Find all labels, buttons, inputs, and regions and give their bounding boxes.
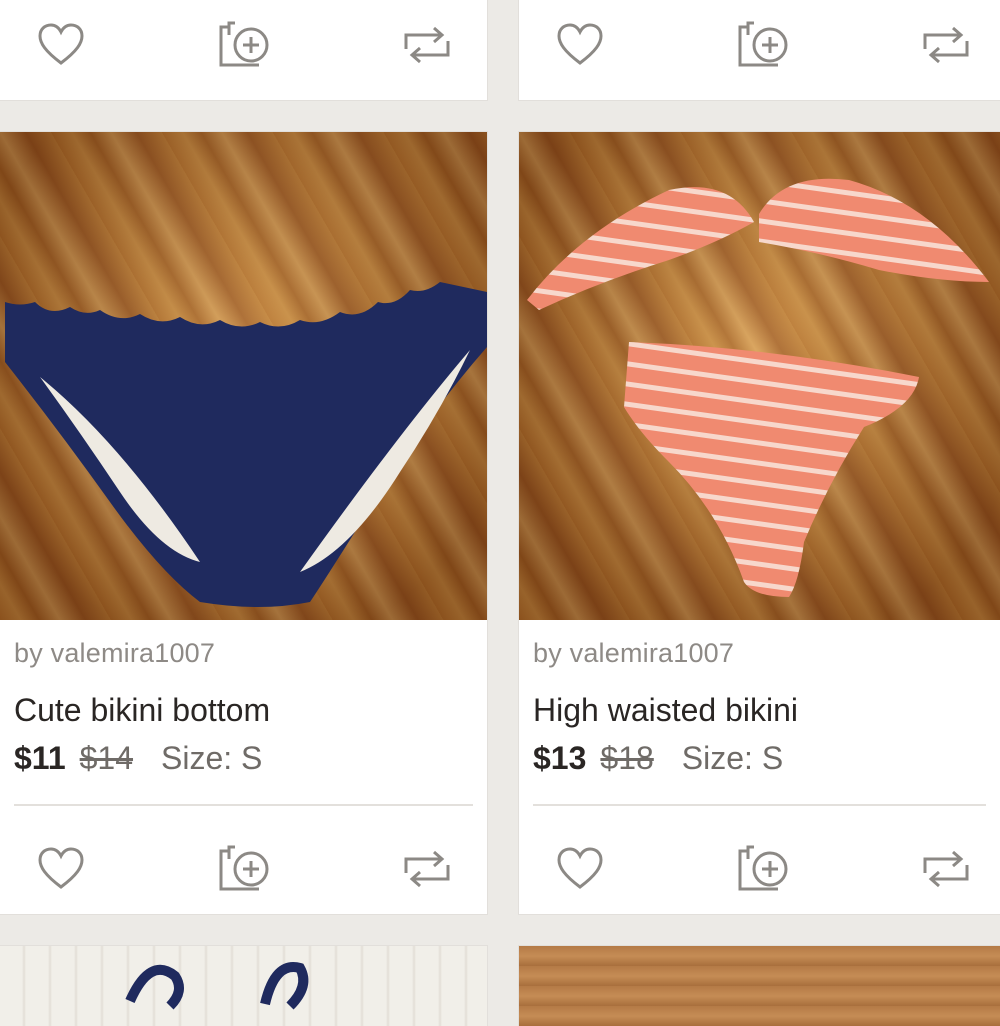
repost-icon [404, 850, 450, 888]
price: $11 [14, 740, 66, 776]
listing-photo[interactable] [0, 132, 487, 620]
listing-photo[interactable] [519, 946, 1000, 1026]
heart-icon [38, 23, 84, 65]
repost-button[interactable] [382, 0, 472, 90]
size-label: Size: S [161, 740, 263, 776]
like-button[interactable] [16, 824, 106, 914]
divider [14, 804, 473, 806]
repost-button[interactable] [901, 824, 991, 914]
seller-name[interactable]: by valemira1007 [14, 638, 215, 669]
heart-icon [557, 23, 603, 65]
listing-photo[interactable] [519, 132, 1000, 620]
share-to-party-icon [738, 21, 788, 67]
heart-icon [38, 847, 84, 889]
listing-photo[interactable] [0, 946, 487, 1026]
card-action-bar [0, 824, 487, 914]
price-row: $13 $18 Size: S [533, 740, 783, 777]
listing-title[interactable]: High waisted bikini [533, 692, 798, 729]
repost-button[interactable] [901, 0, 991, 90]
repost-icon [923, 26, 969, 64]
card-action-bar [519, 0, 1000, 90]
listing-card[interactable]: by valemira1007 Cute bikini bottom $11 $1… [0, 132, 487, 914]
listing-card-bottom-right[interactable] [519, 946, 1000, 1026]
listing-card-bottom-left[interactable] [0, 946, 487, 1026]
like-button[interactable] [535, 824, 625, 914]
share-button[interactable] [200, 824, 290, 914]
repost-icon [923, 850, 969, 888]
like-button[interactable] [535, 0, 625, 90]
price-row: $11 $14 Size: S [14, 740, 262, 777]
divider [533, 804, 986, 806]
original-price: $18 [600, 740, 654, 776]
listing-card-top-left [0, 0, 487, 100]
price: $13 [533, 740, 587, 776]
share-to-party-icon [219, 845, 269, 891]
original-price: $14 [79, 740, 134, 776]
size-label: Size: S [681, 740, 784, 776]
repost-button[interactable] [382, 824, 472, 914]
heart-icon [557, 847, 603, 889]
repost-icon [404, 26, 450, 64]
share-button[interactable] [719, 824, 809, 914]
listing-title[interactable]: Cute bikini bottom [14, 692, 270, 729]
seller-name[interactable]: by valemira1007 [533, 638, 734, 669]
like-button[interactable] [16, 0, 106, 90]
share-to-party-icon [219, 21, 269, 67]
card-action-bar [0, 0, 487, 90]
share-button[interactable] [200, 0, 290, 90]
listing-card-top-right [519, 0, 1000, 100]
share-to-party-icon [738, 845, 788, 891]
card-action-bar [519, 824, 1000, 914]
listing-card[interactable]: by valemira1007 High waisted bikini $13 $… [519, 132, 1000, 914]
share-button[interactable] [719, 0, 809, 90]
